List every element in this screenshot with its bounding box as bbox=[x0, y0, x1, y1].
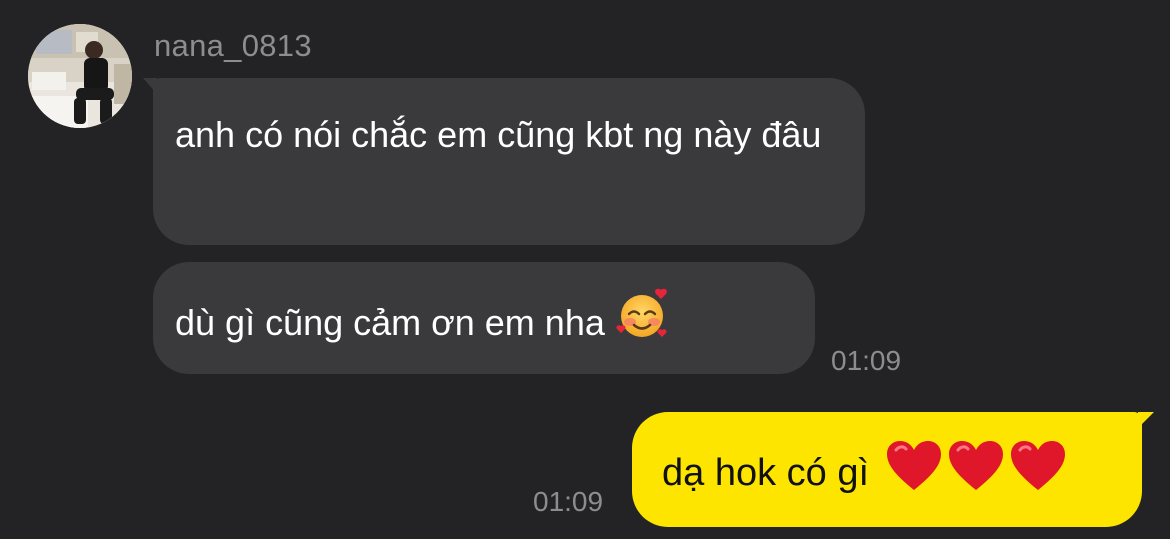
bubble-tail bbox=[1138, 412, 1154, 428]
incoming-message-bubble[interactable]: anh có nói chắc em cũng kbt ng này đâu bbox=[143, 78, 865, 245]
message-timestamp: 01:09 bbox=[831, 345, 902, 376]
red-heart-icon bbox=[1010, 440, 1066, 502]
sender-name: nana_0813 bbox=[154, 28, 312, 63]
red-heart-icon bbox=[886, 440, 942, 502]
red-heart-icon bbox=[948, 440, 1004, 502]
message-text: anh có nói chắc em cũng kbt ng này đâu bbox=[175, 114, 822, 155]
bubble-tail bbox=[143, 78, 157, 94]
message-text: dù gì cũng cảm ơn em nha bbox=[175, 302, 605, 344]
message-timestamp: 01:09 bbox=[533, 486, 604, 517]
sender-avatar[interactable] bbox=[28, 24, 132, 128]
smiling-face-with-hearts-icon bbox=[615, 286, 671, 357]
outgoing-message-bubble[interactable]: dạ hok có gì bbox=[632, 412, 1154, 527]
message-text: dạ hok có gì bbox=[662, 452, 870, 495]
incoming-message-bubble[interactable]: dù gì cũng cảm ơn em nha bbox=[153, 262, 815, 374]
avatar-photo bbox=[28, 24, 132, 128]
